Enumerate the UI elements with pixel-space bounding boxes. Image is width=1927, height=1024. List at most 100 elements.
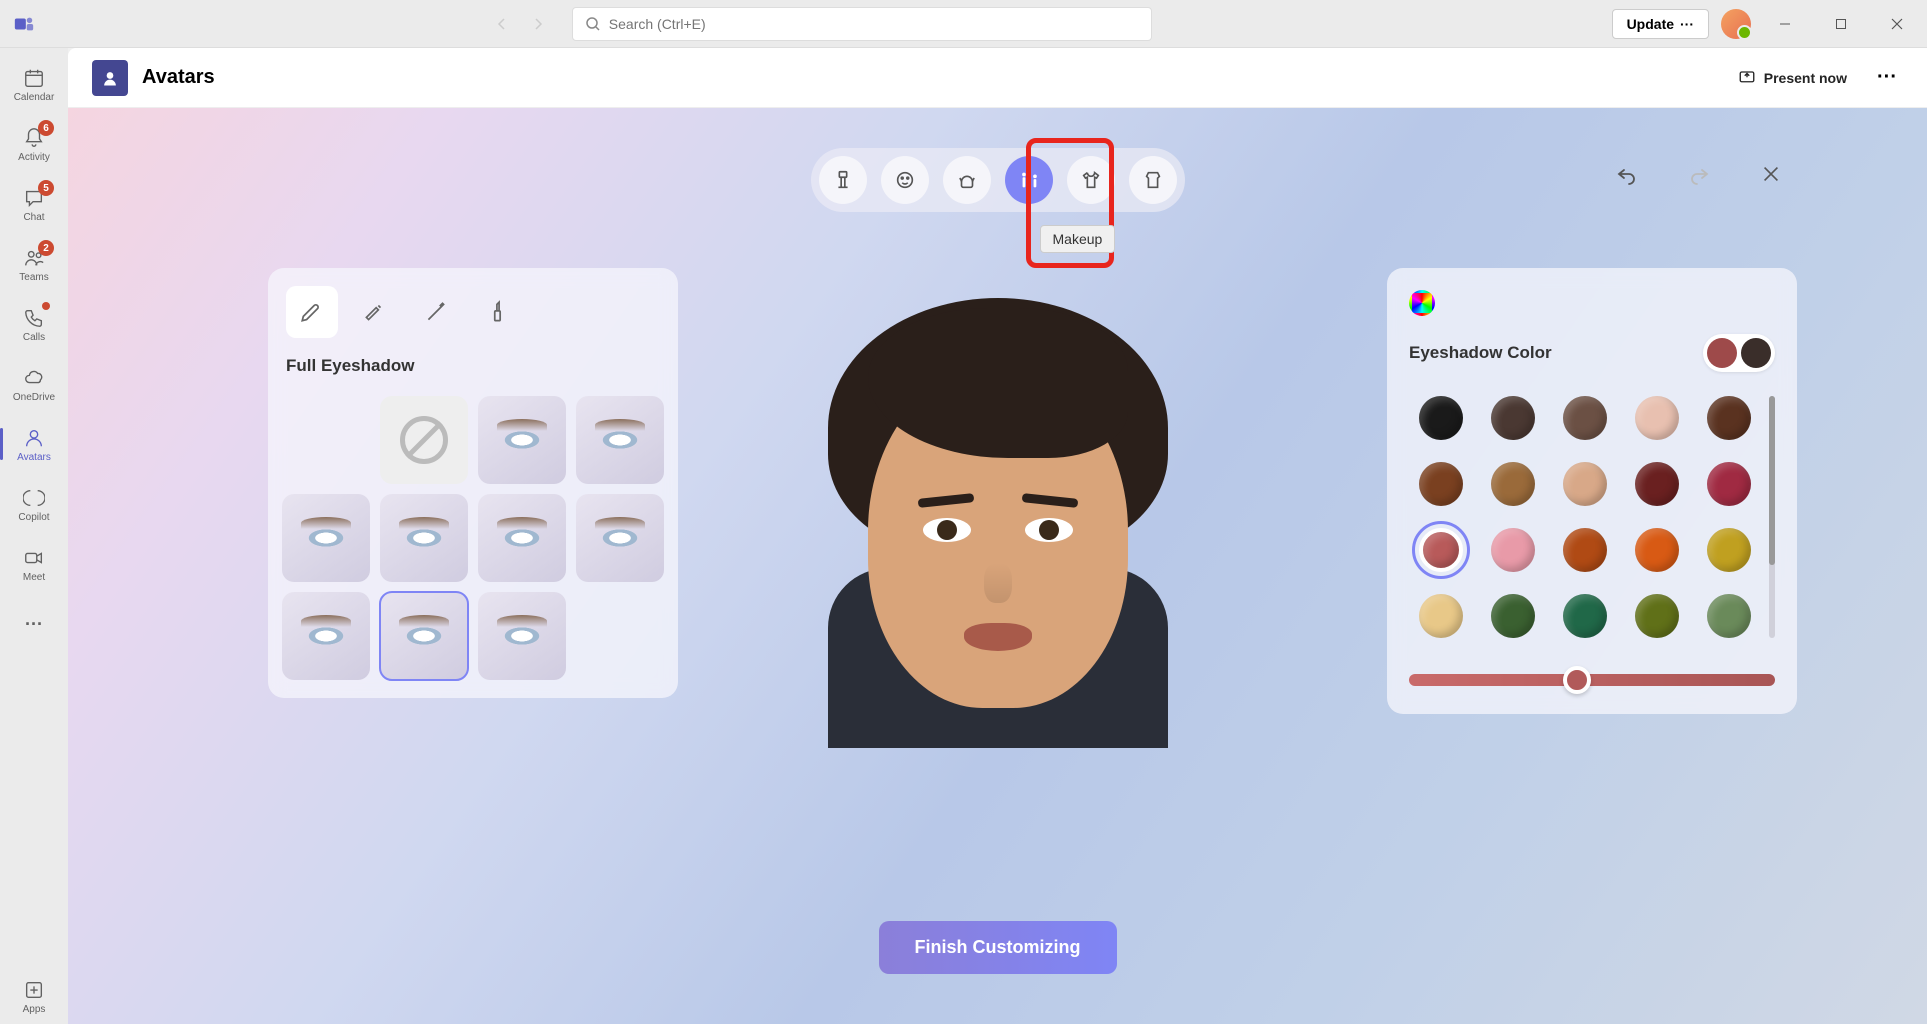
style-panel: Full Eyeshadow	[268, 268, 678, 698]
intensity-slider[interactable]	[1409, 668, 1775, 692]
style-option[interactable]	[576, 494, 664, 582]
category-outfit-button[interactable]	[1129, 156, 1177, 204]
subcat-eyeshadow-button[interactable]	[286, 286, 338, 338]
color-swatch[interactable]	[1491, 396, 1535, 440]
rail-copilot[interactable]: Copilot	[4, 476, 64, 532]
subcat-eyeliner-button[interactable]	[410, 286, 462, 338]
rail-label: Chat	[23, 212, 44, 223]
cloud-icon	[22, 366, 46, 390]
style-option-none[interactable]	[380, 396, 468, 484]
rail-activity[interactable]: 6 Activity	[4, 116, 64, 172]
color-swatch[interactable]	[1419, 462, 1463, 506]
more-dots-icon: ···	[1680, 16, 1694, 32]
color-swatch[interactable]	[1563, 594, 1607, 638]
search-box[interactable]	[572, 7, 1152, 41]
undo-button[interactable]	[1611, 158, 1643, 190]
rail-onedrive[interactable]: OneDrive	[4, 356, 64, 412]
color-title: Eyeshadow Color	[1409, 343, 1552, 363]
category-body-button[interactable]	[819, 156, 867, 204]
style-grid	[286, 396, 660, 680]
rail-label: Avatars	[17, 452, 51, 463]
color-swatch[interactable]	[1491, 462, 1535, 506]
rail-chat[interactable]: 5 Chat	[4, 176, 64, 232]
color-swatch[interactable]	[1707, 462, 1751, 506]
category-face-button[interactable]	[881, 156, 929, 204]
header-more-button[interactable]: ···	[1871, 62, 1903, 94]
style-option[interactable]	[576, 396, 664, 484]
category-top-button[interactable]	[1067, 156, 1115, 204]
color-swatch[interactable]	[1563, 462, 1607, 506]
search-input[interactable]	[609, 16, 1139, 32]
rail-calls[interactable]: Calls	[4, 296, 64, 352]
preset-toggle[interactable]	[1703, 334, 1775, 372]
color-swatch[interactable]	[1563, 528, 1607, 572]
rail-label: Meet	[23, 572, 45, 583]
style-option[interactable]	[478, 592, 566, 680]
rail-label: Calendar	[14, 92, 55, 103]
category-tooltip: Makeup	[1040, 225, 1116, 253]
present-label: Present now	[1764, 70, 1847, 86]
color-swatch[interactable]	[1635, 462, 1679, 506]
color-swatch[interactable]	[1491, 528, 1535, 572]
copilot-icon	[22, 486, 46, 510]
color-swatch[interactable]	[1707, 594, 1751, 638]
update-label: Update	[1627, 16, 1674, 32]
window-maximize-button[interactable]	[1819, 6, 1863, 42]
style-option[interactable]	[282, 592, 370, 680]
style-option[interactable]	[380, 494, 468, 582]
rail-calendar[interactable]: Calendar	[4, 56, 64, 112]
window-minimize-button[interactable]	[1763, 6, 1807, 42]
category-makeup-button[interactable]	[1005, 156, 1053, 204]
subcat-blush-button[interactable]	[472, 286, 524, 338]
color-swatch[interactable]	[1563, 396, 1607, 440]
close-editor-button[interactable]	[1755, 158, 1787, 190]
titlebar: Update ···	[0, 0, 1927, 48]
rail-label: OneDrive	[13, 392, 55, 403]
custom-color-button[interactable]	[1409, 290, 1435, 316]
rail-meet[interactable]: Meet	[4, 536, 64, 592]
phone-icon	[22, 306, 46, 330]
color-swatch[interactable]	[1707, 528, 1751, 572]
palette-scrollbar[interactable]	[1769, 396, 1775, 638]
style-option[interactable]	[478, 494, 566, 582]
category-hair-button[interactable]	[943, 156, 991, 204]
update-button[interactable]: Update ···	[1612, 9, 1709, 39]
color-swatch[interactable]	[1419, 396, 1463, 440]
style-option[interactable]	[282, 494, 370, 582]
rail-label: Teams	[19, 272, 48, 283]
avatar-preview	[818, 288, 1178, 848]
none-icon	[400, 416, 448, 464]
video-icon	[22, 546, 46, 570]
subcat-lipstick-button[interactable]	[348, 286, 400, 338]
edit-controls	[1611, 158, 1787, 190]
finish-customizing-button[interactable]: Finish Customizing	[879, 921, 1117, 974]
color-swatch[interactable]	[1635, 528, 1679, 572]
avatar-canvas: Makeup Full Eyeshadow	[68, 108, 1927, 1024]
nav-forward-button[interactable]	[520, 6, 556, 42]
preset-swatch	[1707, 338, 1737, 368]
color-swatch[interactable]	[1419, 594, 1463, 638]
badge: 5	[38, 180, 54, 196]
present-icon	[1738, 69, 1756, 87]
color-swatch[interactable]	[1635, 396, 1679, 440]
color-swatch[interactable]	[1491, 594, 1535, 638]
calendar-icon	[22, 66, 46, 90]
apps-icon	[22, 978, 46, 1002]
color-palette	[1409, 396, 1761, 638]
rail-label: Copilot	[18, 512, 49, 523]
color-swatch[interactable]	[1419, 528, 1463, 572]
window-close-button[interactable]	[1875, 6, 1919, 42]
rail-label: Apps	[23, 1004, 46, 1015]
nav-back-button[interactable]	[484, 6, 520, 42]
style-option[interactable]	[478, 396, 566, 484]
color-swatch[interactable]	[1635, 594, 1679, 638]
rail-apps[interactable]: Apps	[4, 968, 64, 1024]
present-now-button[interactable]: Present now	[1728, 63, 1857, 93]
user-avatar[interactable]	[1721, 9, 1751, 39]
style-option[interactable]	[380, 592, 468, 680]
color-swatch[interactable]	[1707, 396, 1751, 440]
rail-avatars[interactable]: Avatars	[4, 416, 64, 472]
redo-button[interactable]	[1683, 158, 1715, 190]
rail-more[interactable]: ···	[4, 596, 64, 652]
rail-teams[interactable]: 2 Teams	[4, 236, 64, 292]
